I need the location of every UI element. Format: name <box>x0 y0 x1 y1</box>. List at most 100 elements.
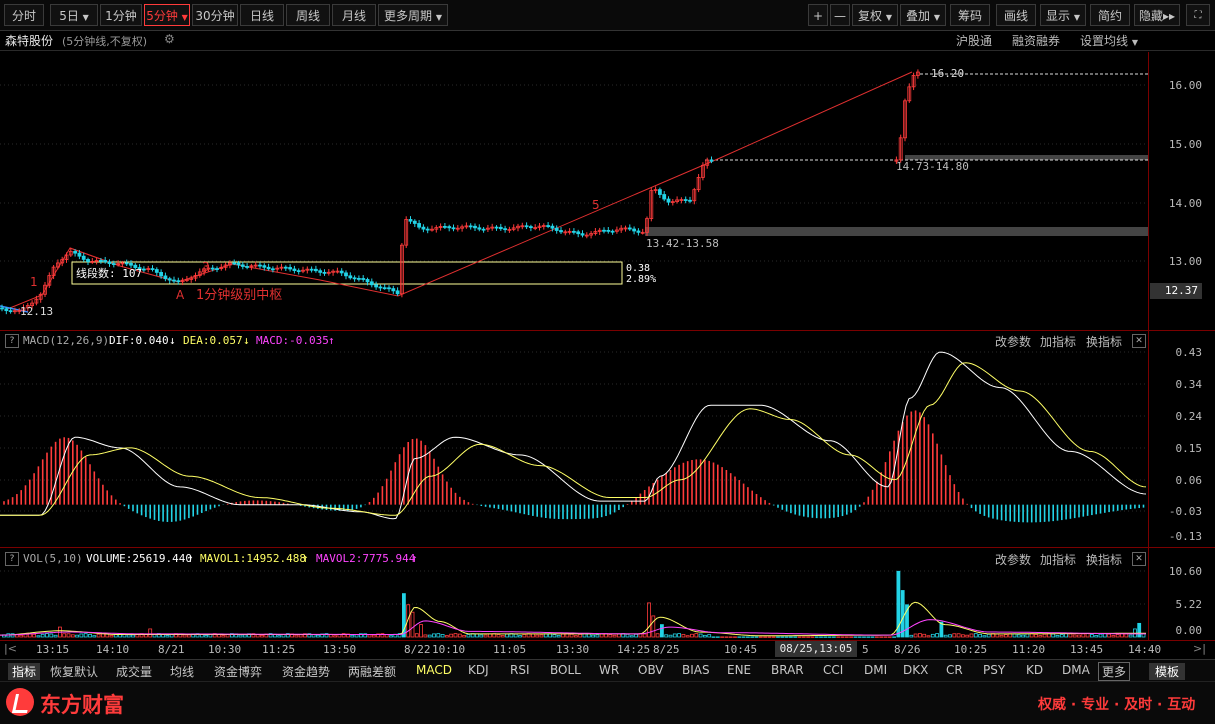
volume-bar <box>260 634 264 638</box>
overlay-button[interactable]: 叠加 ▼ <box>900 4 946 26</box>
macd-close-icon[interactable]: ✕ <box>1132 334 1146 348</box>
volume-bar <box>432 633 436 638</box>
indicator-tab-6[interactable]: 两融差额 <box>348 663 396 680</box>
indicator-tab-14[interactable]: ENE <box>727 663 751 677</box>
period-5day[interactable]: 5日 ▼ <box>50 4 98 26</box>
macd-help-icon[interactable]: ? <box>5 334 19 348</box>
indicator-tab-24[interactable]: 模板 <box>1149 663 1186 680</box>
margin-trading-link[interactable]: 融资融券 <box>1012 32 1060 49</box>
hk-connect-link[interactable]: 沪股通 <box>956 32 992 49</box>
draw-line-button[interactable]: 画线 <box>996 4 1036 26</box>
maximize-icon[interactable]: ⛶ <box>1186 4 1210 26</box>
chart-mode: (5分钟线,不复权) <box>62 35 148 48</box>
vol-close-icon[interactable]: ✕ <box>1132 552 1146 566</box>
volume-bar <box>926 635 931 638</box>
volume-bar <box>965 634 970 638</box>
indicator-tab-8[interactable]: KDJ <box>468 663 489 677</box>
indicator-tab-9[interactable]: RSI <box>510 663 530 677</box>
indicator-tab-7[interactable]: MACD <box>416 663 452 677</box>
candle <box>408 216 413 224</box>
scroll-left-icon[interactable]: |< <box>4 642 17 655</box>
x-axis-label: 11:20 <box>1012 643 1046 656</box>
ma-settings-link[interactable]: 设置均线 ▼ <box>1080 32 1138 49</box>
period-intraday[interactable]: 分时 <box>4 4 44 26</box>
price-chart[interactable]: 12.13 16.20 13.42-13.58 14.73-14.80 线段数:… <box>0 52 1148 330</box>
volume-bar <box>513 633 518 638</box>
dea-line <box>0 362 1147 516</box>
volume-arrow-up-icon: ↑ <box>187 552 194 565</box>
vol-help-icon[interactable]: ? <box>5 552 19 566</box>
settings-gear-icon[interactable]: ⚙ <box>164 32 175 46</box>
volume-chart[interactable] <box>0 566 1148 640</box>
candle <box>688 196 692 204</box>
volume-bar <box>1102 633 1107 638</box>
period-monthly[interactable]: 月线 <box>332 4 376 26</box>
indicator-tab-23[interactable]: 更多 <box>1098 662 1131 681</box>
volume-bar <box>1016 634 1021 638</box>
zoom-out-button[interactable]: — <box>830 4 850 26</box>
volume-bar <box>333 635 338 638</box>
indicator-tab-3[interactable]: 均线 <box>170 663 194 680</box>
indicator-tab-12[interactable]: OBV <box>638 663 664 677</box>
candle <box>348 272 353 280</box>
volume-bar <box>298 634 303 638</box>
macd-chart[interactable] <box>0 348 1148 546</box>
indicator-tab-5[interactable]: 资金趋势 <box>282 663 330 680</box>
indicator-tab-4[interactable]: 资金博弈 <box>214 663 262 680</box>
period-5min[interactable]: 5分钟 ▼ <box>144 4 190 26</box>
candle <box>455 225 460 232</box>
indicator-tab-20[interactable]: PSY <box>983 663 1005 677</box>
period-30min[interactable]: 30分钟 <box>192 4 238 26</box>
indicator-tab-11[interactable]: WR <box>599 663 619 677</box>
period-more[interactable]: 更多周期 ▼ <box>378 4 448 26</box>
candle <box>701 162 705 181</box>
candle <box>266 263 271 271</box>
scroll-right-icon[interactable]: >| <box>1193 642 1206 655</box>
dea-arrow-down-icon: ↓ <box>243 334 250 347</box>
indicator-tab-17[interactable]: DMI <box>864 663 887 677</box>
volume-bar <box>389 635 393 638</box>
volume-bar <box>79 633 84 638</box>
candle <box>460 224 465 232</box>
period-daily[interactable]: 日线 <box>240 4 284 26</box>
indicator-tab-1[interactable]: 恢复默认 <box>50 663 98 680</box>
volume-bar <box>789 636 793 638</box>
volume-bar <box>367 634 372 638</box>
period-weekly[interactable]: 周线 <box>286 4 330 26</box>
candle <box>516 223 520 232</box>
indicator-tab-15[interactable]: BRAR <box>771 663 804 677</box>
chips-button[interactable]: 筹码 <box>950 4 990 26</box>
indicator-tab-2[interactable]: 成交量 <box>116 663 152 680</box>
volume-bar <box>126 634 131 638</box>
candle <box>124 259 129 267</box>
display-button[interactable]: 显示 ▼ <box>1040 4 1086 26</box>
candle <box>546 222 550 229</box>
indicator-tab-22[interactable]: DMA <box>1062 663 1090 677</box>
indicator-tab-18[interactable]: DKX <box>903 663 928 677</box>
indicator-tab-19[interactable]: CR <box>946 663 963 677</box>
adjust-button[interactable]: 复权 ▼ <box>852 4 898 26</box>
simple-button[interactable]: 简约 <box>1090 4 1130 26</box>
hide-button[interactable]: 隐藏▸▸ <box>1134 4 1180 26</box>
candle <box>593 228 598 236</box>
volume-bar <box>918 633 922 638</box>
x-axis-label: 14:40 <box>1128 643 1162 656</box>
volume-bar <box>444 635 449 638</box>
volume-bar <box>677 633 681 638</box>
indicator-tab-0[interactable]: 指标 <box>8 663 41 680</box>
volume-bar <box>707 634 712 638</box>
volume-bar <box>53 634 58 638</box>
volume-bar <box>948 634 952 638</box>
candle <box>898 134 903 163</box>
indicator-tab-16[interactable]: CCI <box>823 663 843 677</box>
indicator-tab-10[interactable]: BOLL <box>550 663 581 677</box>
indicator-tab-13[interactable]: BIAS <box>682 663 710 677</box>
candle <box>627 224 632 231</box>
macd-grid <box>0 351 1148 512</box>
period-1min[interactable]: 1分钟 <box>100 4 142 26</box>
low-annotation: 12.13 <box>20 305 53 318</box>
vol-mavol1: MAVOL1:14952.488 <box>200 552 306 565</box>
gap-zone-1 <box>645 227 1148 236</box>
indicator-tab-21[interactable]: KD <box>1026 663 1043 677</box>
zoom-in-button[interactable]: + <box>808 4 828 26</box>
